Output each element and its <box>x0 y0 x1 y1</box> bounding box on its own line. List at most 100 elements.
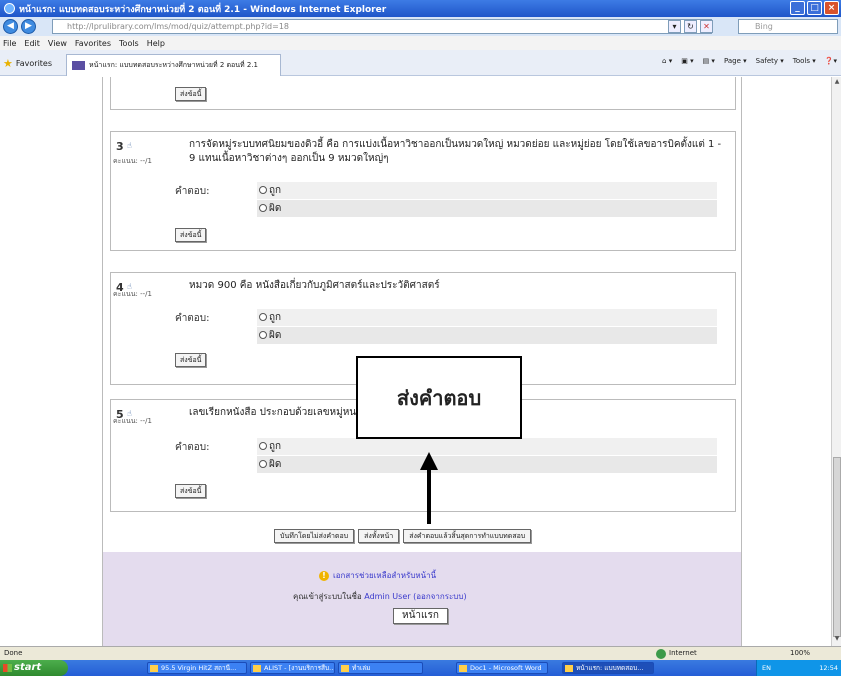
annotation-arrow-icon <box>420 452 438 524</box>
option-label: ผิด <box>269 203 282 214</box>
question-score: คะแนน: --/1 <box>113 157 152 165</box>
option-false[interactable]: ผิด <box>257 200 717 217</box>
close-button[interactable]: × <box>824 1 839 15</box>
question-text: การจัดหมู่ระบบทศนิยมของดิวอี้ คือ การแบ่… <box>189 139 722 164</box>
question-box-prev: ส่งข้อนี้ <box>110 77 736 110</box>
taskbar-item-label: ALIST - [งานบริการสืบ... <box>264 664 335 672</box>
feeds-icon[interactable]: ▣ ▾ <box>681 57 693 65</box>
answer-label: คำตอบ: <box>175 313 210 324</box>
favorites-button[interactable]: ★ Favorites <box>3 57 52 70</box>
page-footer: ! เอกสารช่วยเหลือสำหรับหน้านี้ คุณเข้าสู… <box>103 552 741 646</box>
info-icon: ! <box>319 570 329 581</box>
radio-icon[interactable] <box>259 460 267 468</box>
option-false[interactable]: ผิด <box>257 327 717 344</box>
zoom-level[interactable]: 100% <box>790 647 810 660</box>
taskbar-item-active[interactable]: หน้าแรก: แบบทดสอบ... <box>562 662 654 674</box>
home-button[interactable]: หน้าแรก <box>393 608 448 624</box>
option-label: ผิด <box>269 330 282 341</box>
stop-icon[interactable]: ✕ <box>700 20 713 33</box>
favorites-bar: ★ Favorites หน้าแรก: แบบทดสอบระหว่างศึกษ… <box>0 50 841 76</box>
taskbar-item[interactable]: ทำเล่ม <box>338 662 423 674</box>
maximize-button[interactable]: □ <box>807 1 822 15</box>
radio-icon[interactable] <box>259 186 267 194</box>
address-input[interactable]: http://lprulibrary.com/lms/mod/quiz/atte… <box>52 19 712 34</box>
url-host: http://lprulibrary.com <box>67 22 152 31</box>
question-text: หมวด 900 คือ หนังสือเกี่ยวกับภูมิศาสตร์แ… <box>189 280 440 291</box>
minimize-button[interactable]: _ <box>790 1 805 15</box>
submit-question-button[interactable]: ส่งข้อนี้ <box>175 87 207 101</box>
menu-file[interactable]: File <box>3 39 16 48</box>
answer-label: คำตอบ: <box>175 442 210 453</box>
command-bar: ⌂ ▾ ▣ ▾ ▤ ▾ Page ▾ Safety ▾ Tools ▾ ❓▾ <box>662 57 837 65</box>
security-zone: Internet <box>656 647 697 660</box>
submit-question-button[interactable]: ส่งข้อนี้ <box>175 353 207 367</box>
option-true[interactable]: ถูก <box>257 438 717 455</box>
search-input[interactable]: Bing <box>738 19 838 34</box>
option-true[interactable]: ถูก <box>257 182 717 199</box>
scroll-thumb[interactable] <box>833 457 841 637</box>
option-label: ถูก <box>269 185 282 196</box>
menu-help[interactable]: Help <box>147 39 165 48</box>
logout-link[interactable]: (ออกจากระบบ) <box>413 592 466 601</box>
option-true[interactable]: ถูก <box>257 309 717 326</box>
submit-all-finish-button[interactable]: ส่งคำตอบแล้วสิ้นสุดการทำแบบทดสอบ <box>403 529 532 543</box>
page-menu[interactable]: Page ▾ <box>724 57 747 65</box>
help-text: เอกสารช่วยเหลือสำหรับหน้านี้ <box>333 571 437 580</box>
menu-view[interactable]: View <box>48 39 67 48</box>
start-label: start <box>14 662 42 673</box>
back-button[interactable]: ◀ <box>3 19 18 34</box>
vertical-scrollbar[interactable]: ▲ ▼ <box>831 77 841 646</box>
radio-icon[interactable] <box>259 331 267 339</box>
question-score: คะแนน: --/1 <box>113 417 152 425</box>
radio-icon[interactable] <box>259 204 267 212</box>
menu-bar: File Edit View Favorites Tools Help <box>0 36 841 50</box>
scroll-up-icon[interactable]: ▲ <box>833 78 841 86</box>
favorites-label: Favorites <box>15 59 53 68</box>
annotation-callout: ส่งคำตอบ <box>356 356 522 439</box>
scroll-down-icon[interactable]: ▼ <box>833 635 841 643</box>
question-number: 3 <box>116 140 124 153</box>
submit-question-button[interactable]: ส่งข้อนี้ <box>175 228 207 242</box>
forward-button[interactable]: ▶ <box>21 19 36 34</box>
home-icon[interactable]: ⌂ ▾ <box>662 57 672 65</box>
taskbar-item[interactable]: Doc1 - Microsoft Word <box>456 662 548 674</box>
refresh-icon[interactable]: ↻ <box>684 20 697 33</box>
taskbar-item-label: Doc1 - Microsoft Word <box>470 664 542 672</box>
taskbar-item-label: หน้าแรก: แบบทดสอบ... <box>576 664 644 672</box>
browser-tab[interactable]: หน้าแรก: แบบทดสอบระหว่างศึกษาหน่วยที่ 2 … <box>66 54 281 76</box>
language-indicator[interactable]: EN <box>762 664 771 672</box>
answer-label: คำตอบ: <box>175 186 210 197</box>
window-titlebar: หน้าแรก: แบบทดสอบระหว่างศึกษาหน่วยที่ 2 … <box>0 0 841 17</box>
radio-icon[interactable] <box>259 442 267 450</box>
submit-page-button[interactable]: ส่งทั้งหน้า <box>358 529 400 543</box>
site-favicon-icon <box>72 61 85 70</box>
user-link[interactable]: Admin User <box>364 592 410 601</box>
taskbar-item[interactable]: 95.5 Virgin HitZ สถานี... <box>147 662 247 674</box>
flag-icon[interactable]: ☝ <box>127 141 132 150</box>
windows-taskbar: start 95.5 Virgin HitZ สถานี... ALIST - … <box>0 660 841 676</box>
radio-icon[interactable] <box>259 313 267 321</box>
taskbar-item-label: ทำเล่ม <box>352 664 371 672</box>
help-icon[interactable]: ❓▾ <box>825 57 837 65</box>
question-score: คะแนน: --/1 <box>113 290 152 298</box>
help-link[interactable]: ! เอกสารช่วยเหลือสำหรับหน้านี้ <box>319 569 436 582</box>
option-label: ถูก <box>269 441 282 452</box>
start-button[interactable]: start <box>0 660 68 676</box>
option-false[interactable]: ผิด <box>257 456 717 473</box>
print-icon[interactable]: ▤ ▾ <box>703 57 715 65</box>
window-controls: _ □ × <box>790 1 839 15</box>
window-title: หน้าแรก: แบบทดสอบระหว่างศึกษาหน่วยที่ 2 … <box>19 4 387 15</box>
safety-menu[interactable]: Safety ▾ <box>756 57 784 65</box>
tools-menu[interactable]: Tools ▾ <box>793 57 816 65</box>
taskbar-item[interactable]: ALIST - [งานบริการสืบ... <box>250 662 335 674</box>
option-label: ผิด <box>269 459 282 470</box>
menu-favorites[interactable]: Favorites <box>75 39 111 48</box>
menu-edit[interactable]: Edit <box>24 39 40 48</box>
address-bar-row: ◀ ▶ http://lprulibrary.com/lms/mod/quiz/… <box>0 17 841 36</box>
login-info: คุณเข้าสู่ระบบในชื่อ Admin User (ออกจากร… <box>293 590 467 603</box>
dropdown-icon[interactable]: ▾ <box>668 20 681 33</box>
menu-tools[interactable]: Tools <box>119 39 139 48</box>
submit-question-button[interactable]: ส่งข้อนี้ <box>175 484 207 498</box>
status-text: Done <box>4 649 23 657</box>
save-without-submit-button[interactable]: บันทึกโดยไม่ส่งคำตอบ <box>274 529 355 543</box>
